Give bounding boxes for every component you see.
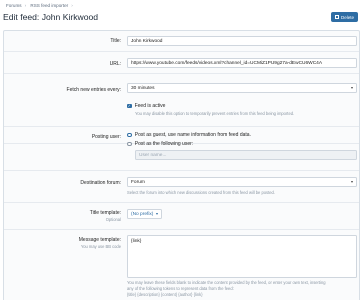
breadcrumb: Forums › RSS feed importer ›	[6, 3, 76, 8]
active-checkbox[interactable]: ✓	[127, 103, 132, 109]
url-input[interactable]: https://www.youtube.com/feeds/videos.xml…	[127, 58, 357, 68]
breadcrumb-separator: ›	[24, 3, 27, 8]
title-template-label-block: Title template: Optional	[90, 210, 121, 222]
delete-label: Delete	[340, 14, 354, 20]
url-row: URL: https://www.youtube.com/feeds/video…	[4, 52, 359, 74]
destination-label: Destination forum:	[80, 180, 121, 186]
guest-radio[interactable]	[127, 132, 132, 138]
posting-user-row: Posting user: Post as guest, use name in…	[4, 126, 359, 171]
frequency-label: Fetch new entries every:	[66, 87, 121, 93]
title-template-sublabel: Optional	[105, 217, 121, 222]
user-radio[interactable]	[127, 141, 132, 147]
delete-button[interactable]: Delete	[330, 12, 358, 22]
message-template-label-block: Message template: You may use BB code	[79, 237, 121, 249]
chevron-down-icon	[156, 213, 159, 215]
title-input[interactable]: John Kirkwood	[127, 36, 357, 46]
message-template-label: Message template:	[78, 237, 121, 243]
chevron-down-icon	[351, 87, 353, 89]
posting-user-label: Posting user:	[91, 134, 121, 140]
title-row: Title: John Kirkwood	[4, 31, 359, 52]
prefix-value: (No prefix)	[131, 211, 154, 217]
frequency-select[interactable]: 30 minutes	[127, 83, 357, 93]
message-template-hint-2: any of the following tokens to represent…	[127, 286, 234, 291]
username-input[interactable]: User name...	[135, 150, 357, 160]
edit-feed-form: Title: John Kirkwood URL: https://www.yo…	[3, 30, 360, 300]
trash-icon	[334, 14, 339, 20]
guest-option-label[interactable]: Post as guest, use name information from…	[135, 132, 251, 138]
message-template-hint-3: {title} {description} {content} {author}…	[127, 292, 203, 297]
page-title: Edit feed: John Kirkwood	[3, 12, 99, 22]
message-template-row: Message template: You may use BB code {l…	[4, 230, 359, 300]
message-template-hints: You may leave these fields blank to indi…	[127, 280, 357, 297]
destination-hint: Select the forum into which new discussi…	[127, 190, 275, 195]
breadcrumb-forums[interactable]: Forums	[6, 3, 22, 8]
destination-select[interactable]: Forum	[127, 177, 357, 187]
frequency-value: 30 minutes	[131, 85, 155, 91]
active-option: ✓ Feed is active You may disable this op…	[127, 103, 357, 116]
destination-row: Destination forum: Forum Select the foru…	[4, 171, 359, 203]
message-template-sublabel: You may use BB code	[80, 244, 121, 249]
user-option-label[interactable]: Post as the following user:	[135, 141, 193, 147]
title-template-label: Title template:	[89, 210, 121, 216]
active-label[interactable]: Feed is active	[135, 103, 166, 109]
destination-value: Forum	[131, 179, 145, 185]
prefix-select[interactable]: (No prefix)	[127, 209, 163, 219]
breadcrumb-separator: ›	[71, 3, 73, 8]
title-label: Title:	[110, 38, 121, 44]
message-template-hint-1: You may leave these fields blank to indi…	[127, 280, 326, 285]
breadcrumb-rss-importer[interactable]: RSS feed importer	[30, 3, 68, 8]
message-template-textarea[interactable]: {link}	[127, 235, 357, 278]
chevron-down-icon	[351, 181, 353, 183]
posting-user-options: Post as guest, use name information from…	[127, 132, 357, 160]
title-template-control: (No prefix)	[127, 209, 357, 219]
url-label: URL:	[109, 61, 121, 67]
active-hint: You may disable this option to temporari…	[135, 110, 295, 116]
title-template-row: Title template: Optional (No prefix)	[4, 203, 359, 230]
